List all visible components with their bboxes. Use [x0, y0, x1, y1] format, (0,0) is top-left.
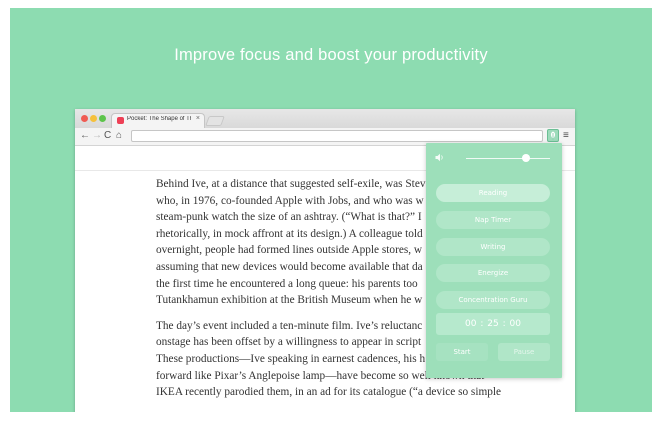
- leaf-icon: [550, 131, 556, 140]
- banner-headline: Improve focus and boost your productivit…: [174, 46, 488, 64]
- focus-timer-popup: Reading Nap Timer Writing Energize Conce…: [426, 143, 562, 378]
- mode-writing-button[interactable]: Writing: [436, 238, 550, 256]
- forward-icon[interactable]: →: [92, 130, 102, 142]
- timer-display[interactable]: 00 : 25 : 00: [436, 313, 550, 335]
- article-line: IKEA recently parodied them, in an ad fo…: [156, 386, 502, 399]
- tab-title: Pocket: The Shape of Thin: [127, 116, 191, 122]
- new-tab-button[interactable]: [205, 116, 225, 126]
- pause-button[interactable]: Pause: [498, 343, 550, 361]
- timer-hours[interactable]: 00: [465, 319, 476, 329]
- promo-banner: Improve focus and boost your productivit…: [10, 8, 652, 412]
- volume-slider[interactable]: [466, 158, 550, 159]
- pocket-icon: [117, 117, 124, 124]
- browser-tab[interactable]: Pocket: The Shape of Thin ×: [111, 113, 205, 128]
- menu-icon[interactable]: ≡: [563, 130, 569, 142]
- extension-button[interactable]: [547, 129, 559, 142]
- start-button[interactable]: Start: [436, 343, 488, 361]
- tab-close-icon[interactable]: ×: [196, 115, 200, 122]
- timer-seconds[interactable]: 00: [510, 319, 521, 329]
- timer-separator: :: [502, 319, 506, 329]
- minimize-window-button[interactable]: [90, 115, 97, 122]
- speaker-icon[interactable]: [435, 153, 445, 162]
- mode-energize-button[interactable]: Energize: [436, 264, 550, 282]
- home-icon[interactable]: ⌂: [116, 130, 122, 142]
- close-window-button[interactable]: [81, 115, 88, 122]
- mode-nap-timer-button[interactable]: Nap Timer: [436, 211, 550, 229]
- browser-titlebar: Pocket: The Shape of Thin ×: [75, 109, 575, 128]
- timer-minutes[interactable]: 25: [487, 319, 498, 329]
- mode-reading-button[interactable]: Reading: [436, 184, 550, 202]
- timer-separator: :: [480, 319, 484, 329]
- volume-slider-thumb[interactable]: [522, 154, 531, 162]
- address-bar[interactable]: [131, 130, 543, 142]
- mode-concentration-guru-button[interactable]: Concentration Guru: [436, 291, 550, 309]
- back-icon[interactable]: ←: [80, 130, 90, 142]
- reload-icon[interactable]: C: [104, 130, 111, 142]
- zoom-window-button[interactable]: [99, 115, 106, 122]
